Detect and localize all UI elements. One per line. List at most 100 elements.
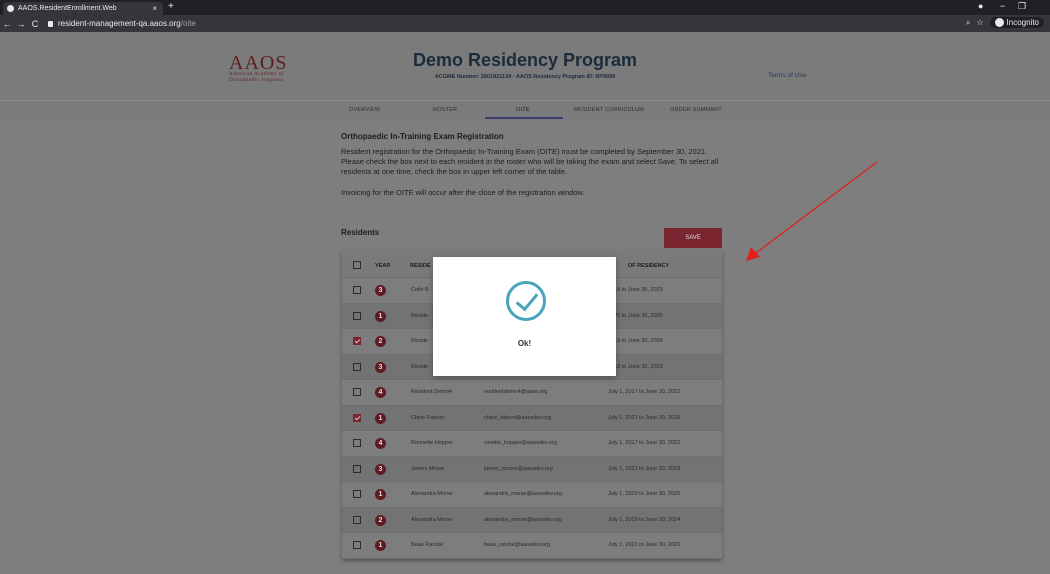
page-title: Demo Residency Program bbox=[412, 50, 638, 70]
reload-button[interactable]: C bbox=[28, 19, 42, 29]
year-column-header[interactable]: YEAR bbox=[375, 263, 390, 269]
year-badge: 2 bbox=[375, 336, 386, 347]
residency-dates: 2018 to June 30, 2023 bbox=[608, 363, 663, 370]
resident-name: Alexandra Morse bbox=[411, 516, 453, 523]
modal-message: Ok! bbox=[517, 339, 532, 348]
terms-of-use-link[interactable]: Terms of Use bbox=[768, 72, 806, 79]
program-ids: ACGME Number: 2601821134 · AAOS Residenc… bbox=[434, 74, 616, 80]
resident-email: james_moore@aaosdev.org bbox=[484, 465, 553, 472]
save-button[interactable]: SAVE bbox=[664, 228, 722, 248]
table-row[interactable]: 1 Alexandra Morse alexandra_morse@aaosdev.… bbox=[342, 482, 722, 508]
resident-name: Beau Randal bbox=[411, 542, 443, 548]
year-badge: 3 bbox=[375, 361, 386, 373]
year-badge: 1 bbox=[375, 310, 386, 322]
oite-registration-section: Orthopaedic In-Training Exam Registratio… bbox=[341, 132, 731, 197]
residency-dates: July 1, 2021 to June 30, 2026 bbox=[608, 542, 681, 548]
resident-name: Chloe Fabron bbox=[411, 414, 445, 421]
resident-checkbox[interactable] bbox=[353, 286, 361, 294]
resident-email: alexandra_morse@aaosdev.org bbox=[484, 491, 562, 497]
close-tab-icon[interactable]: × bbox=[152, 4, 157, 13]
site-header: AAOS American Academy of Orthopaedic Sur… bbox=[0, 32, 1050, 100]
resident-name: Reside bbox=[411, 312, 429, 319]
table-row[interactable]: 4 Ronnette Hopper ronette_hopper@aaosdev.o… bbox=[342, 431, 722, 457]
resident-name: Reside bbox=[411, 338, 429, 344]
residency-dates: 2019 to June 30, 2024 bbox=[608, 338, 663, 344]
new-tab-button[interactable]: + bbox=[168, 1, 174, 12]
year-badge: 3 bbox=[375, 463, 386, 475]
tab-title: AAOS.ResidentEnrollment.Web bbox=[18, 5, 117, 12]
minimize-icon[interactable]: − bbox=[1000, 1, 1005, 11]
active-tab-indicator bbox=[485, 117, 563, 119]
residency-dates: 2018 to June 30, 2023 bbox=[608, 287, 663, 293]
url-host: resident-management-qa.aaos.org bbox=[58, 19, 181, 28]
residency-dates: 2020 to June 30, 2025 bbox=[608, 312, 663, 319]
table-row[interactable]: 1 Beau Randal beau_randal@aaosdev.org July … bbox=[342, 533, 722, 559]
resident-name: James Moore bbox=[411, 465, 445, 472]
resident-column-header[interactable]: RESIDE bbox=[410, 263, 430, 269]
resident-name: Alexandra Morse bbox=[411, 491, 453, 497]
residency-dates: July 1, 2017 to June 30, 2022 bbox=[608, 440, 681, 446]
resident-email: chloe_fabron@aaosdev.org bbox=[484, 414, 552, 421]
resident-checkbox[interactable] bbox=[353, 515, 361, 524]
resident-email: residentdemo4@aaos.org bbox=[484, 389, 548, 395]
resident-checkbox[interactable] bbox=[353, 490, 361, 498]
success-modal: Ok! bbox=[433, 257, 616, 376]
table-row[interactable]: 2 Alexandra Morse alexandra_morse@aaosdev.… bbox=[342, 507, 722, 533]
forward-button[interactable]: → bbox=[14, 19, 28, 29]
url-field[interactable]: resident-management-qa.aaos.org/oite bbox=[48, 19, 196, 28]
resident-checkbox[interactable] bbox=[353, 337, 361, 345]
residents-heading: Residents bbox=[341, 228, 380, 237]
year-badge: 4 bbox=[375, 438, 386, 449]
table-row[interactable]: 3 James Moore james_moore@aaosdev.org July … bbox=[342, 456, 722, 482]
url-path: /oite bbox=[180, 19, 196, 28]
resident-email: alexandra_morse@aaosdev.org bbox=[484, 516, 562, 523]
zoom-icon[interactable]: ⌕ bbox=[966, 18, 970, 28]
resident-checkbox[interactable] bbox=[353, 541, 361, 549]
resident-email: ronette_hopper@aaosdev.org bbox=[484, 440, 557, 446]
tab-oite[interactable]: OITE bbox=[516, 107, 530, 113]
back-button[interactable]: ← bbox=[0, 19, 14, 29]
year-badge: 3 bbox=[375, 285, 386, 296]
resident-checkbox[interactable] bbox=[353, 311, 361, 320]
year-badge: 1 bbox=[375, 489, 386, 500]
site-favicon-icon bbox=[7, 5, 14, 12]
table-row[interactable]: 4 Resident Demo4 residentdemo4@aaos.org Jul… bbox=[342, 380, 722, 406]
resident-checkbox[interactable] bbox=[353, 439, 361, 447]
incognito-badge[interactable]: Incognito bbox=[989, 17, 1044, 28]
profile-icon[interactable]: ● bbox=[978, 1, 983, 11]
resident-name: Resident Demo4 bbox=[411, 389, 452, 395]
tab-order-summary[interactable]: ORDER SUMMARY bbox=[670, 107, 722, 113]
maximize-icon[interactable]: ❐ bbox=[1018, 1, 1026, 12]
bookmark-star-icon[interactable]: ☆ bbox=[976, 18, 983, 27]
incognito-label: Incognito bbox=[1006, 18, 1039, 27]
resident-name: Reside bbox=[411, 363, 429, 370]
resident-checkbox[interactable] bbox=[353, 413, 361, 422]
residency-dates: July 1, 2017 to June 30, 2022 bbox=[608, 389, 681, 395]
section-title: Orthopaedic In-Training Exam Registratio… bbox=[341, 132, 504, 141]
invoicing-note: Invoicing for the OITE will occur after … bbox=[341, 188, 585, 197]
select-all-checkbox[interactable] bbox=[353, 261, 361, 269]
tab-overview[interactable]: OVERVIEW bbox=[349, 107, 380, 113]
incognito-icon bbox=[994, 18, 1004, 27]
resident-email: beau_randal@aaosdev.org bbox=[484, 542, 551, 548]
tab-roster[interactable]: ROSTER bbox=[433, 107, 457, 113]
tab-resident-curriculum[interactable]: RESIDENT CURRICULUM bbox=[574, 107, 644, 113]
year-badge: 1 bbox=[375, 412, 386, 424]
resident-checkbox[interactable] bbox=[353, 464, 361, 473]
residency-dates: July 1, 2021 to June 30, 2026 bbox=[608, 414, 681, 421]
address-bar: ← → C resident-management-qa.aaos.org/oi… bbox=[0, 15, 1050, 32]
checkmark-circle-icon bbox=[506, 281, 546, 321]
resident-name: Colin B bbox=[411, 287, 429, 293]
residency-dates: July 1, 2021 to June 30, 2023 bbox=[608, 465, 681, 472]
browser-tab-strip: AAOS.ResidentEnrollment.Web × + ● − ❐ bbox=[0, 0, 1050, 15]
residency-dates: July 1, 2019 to June 30, 2024 bbox=[608, 516, 681, 523]
residency-dates-column-header[interactable]: OF RESIDENCY bbox=[628, 263, 669, 269]
year-badge: 2 bbox=[375, 514, 386, 526]
table-row[interactable]: 1 Chloe Fabron chloe_fabron@aaosdev.org Jul… bbox=[342, 405, 722, 431]
residency-dates: July 1, 2020 to June 30, 2025 bbox=[608, 491, 681, 497]
resident-checkbox[interactable] bbox=[353, 362, 361, 371]
year-badge: 1 bbox=[375, 540, 386, 551]
registration-instructions: Resident registration for the Orthopaedi… bbox=[341, 147, 719, 176]
resident-checkbox[interactable] bbox=[353, 388, 361, 396]
browser-tab[interactable]: AAOS.ResidentEnrollment.Web × bbox=[3, 2, 163, 15]
